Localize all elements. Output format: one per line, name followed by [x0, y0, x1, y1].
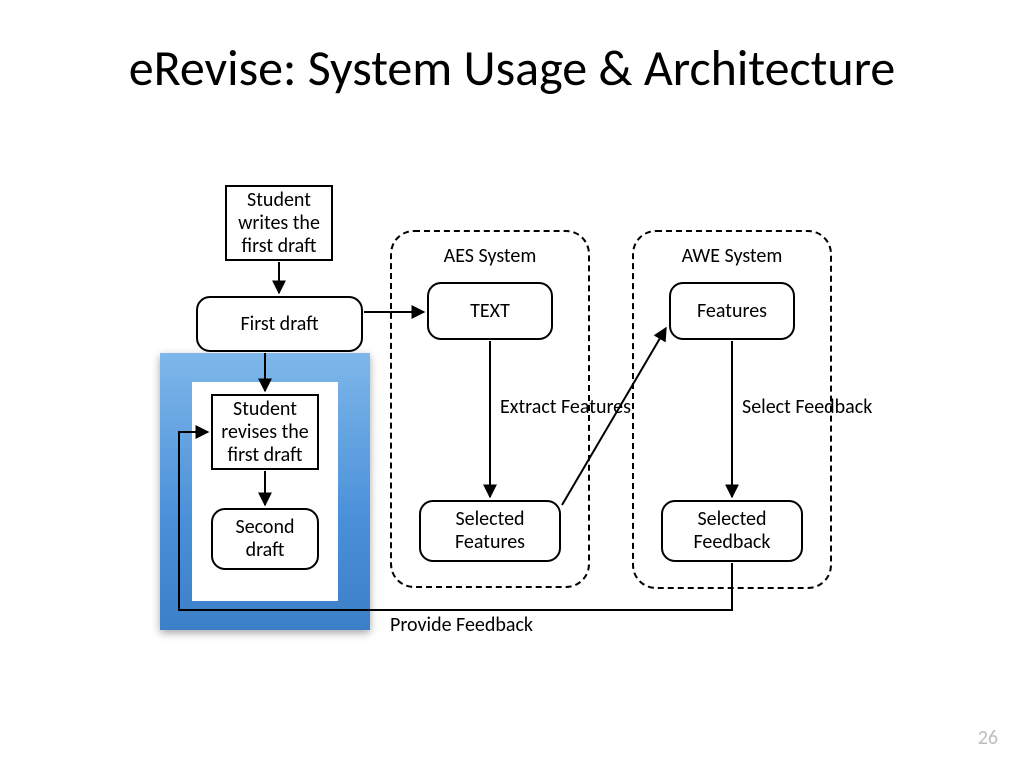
slide: eRevise: System Usage & Architecture AES…: [0, 0, 1024, 768]
diagram-canvas: AES System AWE System Student writes the…: [0, 0, 1024, 768]
arrows-svg: [0, 0, 1024, 768]
page-number: 26: [978, 726, 998, 750]
